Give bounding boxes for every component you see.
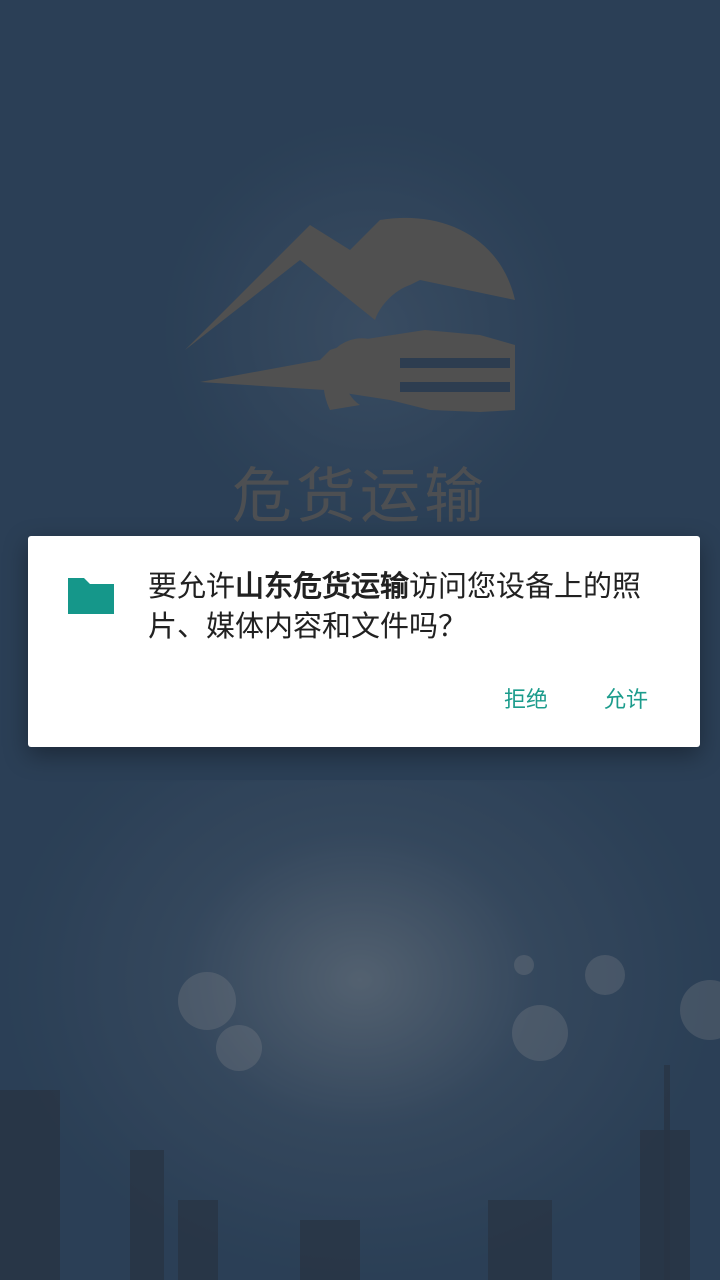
folder-icon <box>68 578 114 614</box>
allow-button[interactable]: 允许 <box>604 682 648 714</box>
app-name: 山东危货运输 <box>235 569 410 603</box>
dialog-message: 要允许山东危货运输访问您设备上的照片、媒体内容和文件吗？ <box>148 566 688 646</box>
permission-dialog: 要允许山东危货运输访问您设备上的照片、媒体内容和文件吗？ 拒绝 允许 <box>28 536 700 747</box>
message-prefix: 要允许 <box>148 569 236 603</box>
deny-button[interactable]: 拒绝 <box>504 682 548 714</box>
splash-screen: 危货运输 要允许山东危货运输访问您设备上的照片、媒体内容和文件吗？ 拒绝 允许 <box>0 0 720 1280</box>
dialog-actions: 拒绝 允许 <box>504 682 648 714</box>
